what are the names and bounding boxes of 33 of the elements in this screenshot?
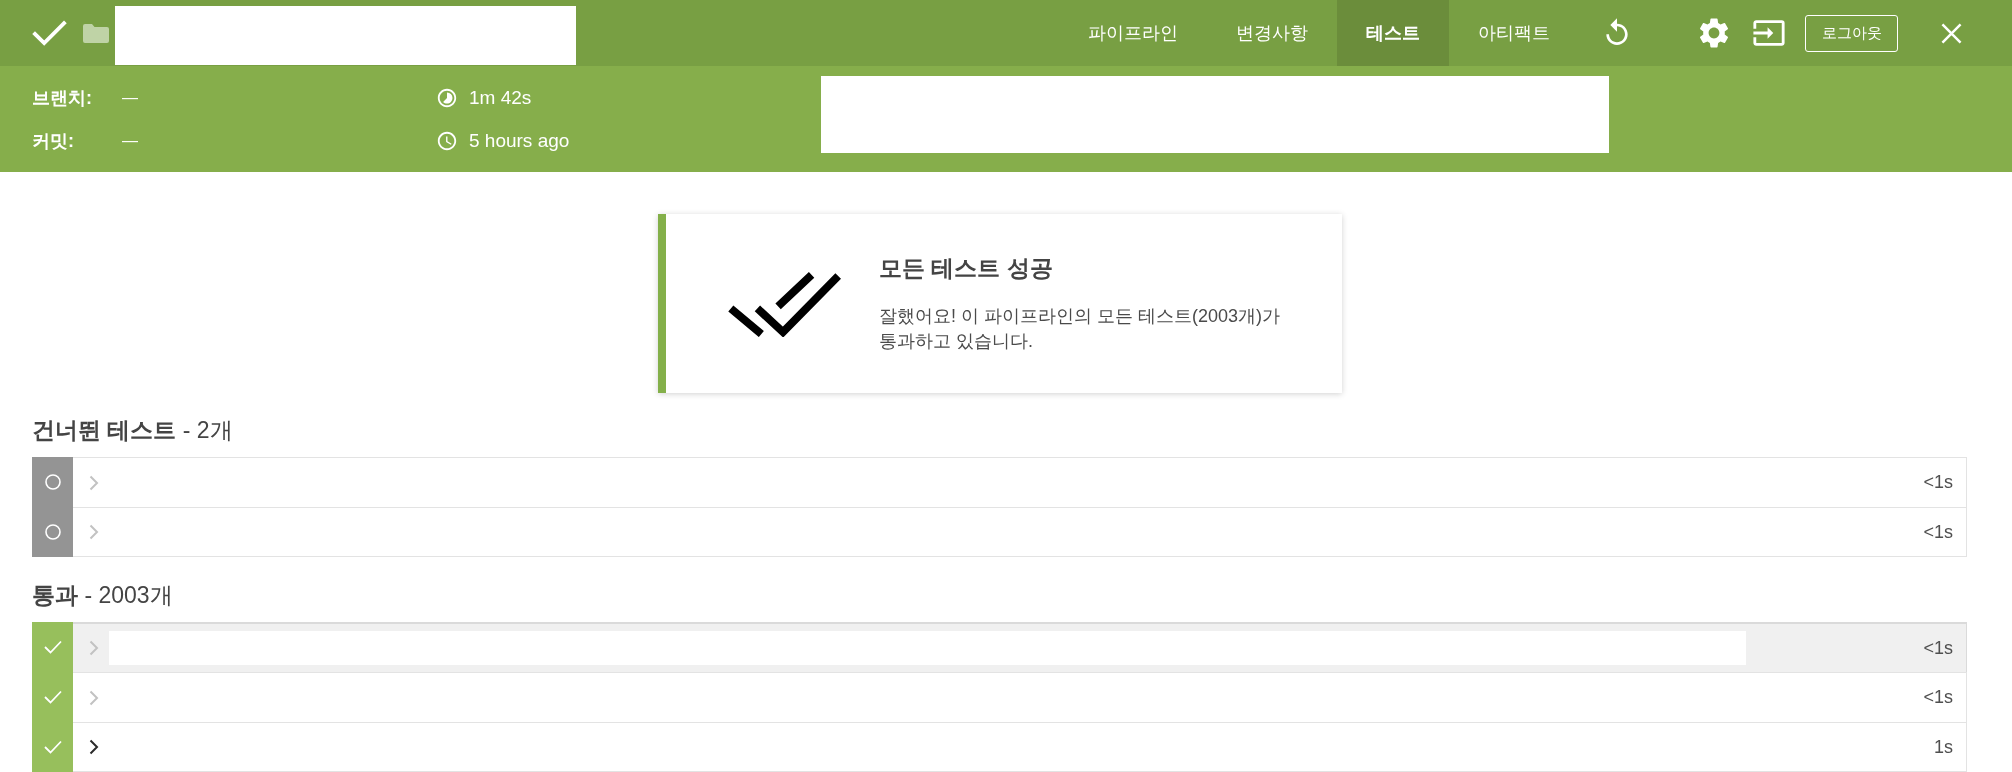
time-ago-text: 5 hours ago bbox=[469, 128, 570, 153]
branch-label: 브랜치: bbox=[32, 86, 93, 110]
chevron-icon[interactable] bbox=[89, 739, 99, 755]
double-check-icon bbox=[728, 270, 841, 337]
check-icon bbox=[32, 20, 67, 46]
check-icon bbox=[43, 690, 62, 704]
test-row[interactable]: <1s bbox=[32, 672, 1967, 722]
duration-text: <1s bbox=[1923, 471, 1953, 494]
branch-value: — bbox=[122, 88, 138, 108]
check-icon bbox=[43, 640, 62, 654]
section-heading: 건너뛴 테스트 - 2개 bbox=[32, 416, 233, 445]
clock-icon bbox=[436, 130, 458, 152]
folder-icon bbox=[83, 23, 109, 43]
close-icon[interactable] bbox=[1941, 22, 1962, 44]
duration-text: <1s bbox=[1923, 520, 1953, 544]
summary-message: 잘했어요! 이 파이프라인의 모든 테스트(2003개)가 통과하고 있습니다. bbox=[879, 305, 1282, 353]
test-row[interactable]: 1s bbox=[32, 722, 1967, 772]
test-row[interactable]: <1s bbox=[32, 622, 1967, 672]
test-row[interactable]: <1s bbox=[32, 507, 1967, 557]
circle-icon bbox=[44, 524, 61, 540]
nav-tab[interactable]: 테스트 bbox=[1337, 0, 1449, 66]
commit-value: — bbox=[122, 131, 138, 151]
check-icon bbox=[43, 740, 62, 754]
duration-text: 1m 42s bbox=[469, 85, 532, 110]
circle-icon bbox=[44, 474, 61, 490]
commit-label: 커밋: bbox=[32, 129, 75, 153]
timelapse-icon bbox=[436, 87, 458, 109]
section-heading: 통과 - 2003개 bbox=[32, 581, 173, 610]
duration-text: 1s bbox=[1934, 735, 1953, 759]
duration-text: <1s bbox=[1923, 686, 1953, 709]
summary-title: 모든 테스트 성공 bbox=[879, 254, 1053, 283]
duration-text: <1s bbox=[1923, 636, 1953, 660]
test-row[interactable]: <1s bbox=[32, 457, 1967, 507]
